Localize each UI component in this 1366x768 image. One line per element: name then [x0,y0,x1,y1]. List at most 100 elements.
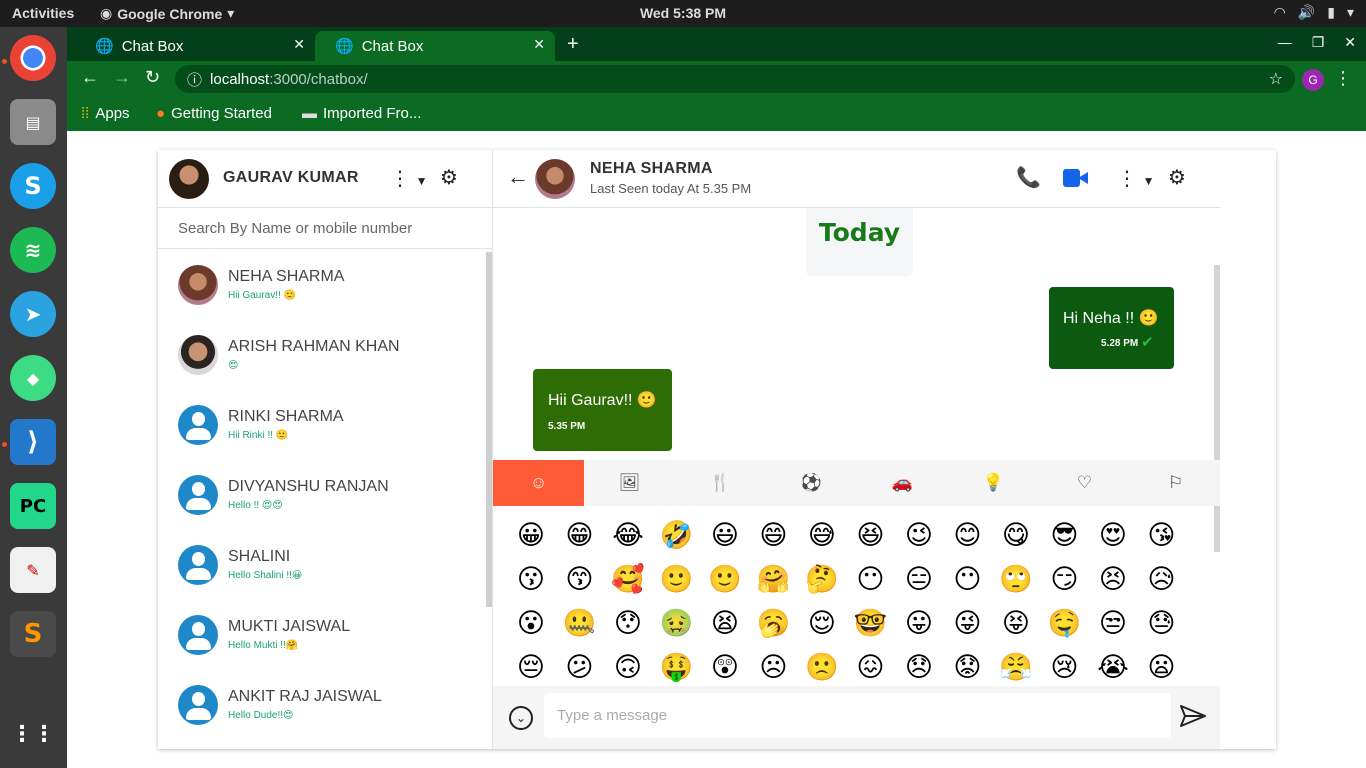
emoji-item[interactable]: 😎 [1047,517,1083,553]
pycharm-dock-icon[interactable]: PC [10,483,56,529]
emoji-item[interactable]: 😆 [853,517,889,553]
emoji-item[interactable]: 😂 [610,517,646,553]
tab-chat-box-2[interactable]: 🌐 Chat Box ✕ [315,31,555,61]
my-avatar[interactable] [169,159,209,199]
bookmark-apps[interactable]: ⁞⁞ Apps [81,105,130,122]
emoji-item[interactable]: 😑 [901,561,937,597]
emoji-cat-objects-icon[interactable]: 💡 [948,460,1039,506]
emoji-item[interactable]: 🤗 [756,561,792,597]
bookmark-getting-started[interactable]: ● Getting Started [156,105,272,122]
bookmark-star-icon[interactable]: ☆ [1269,69,1283,89]
clock[interactable]: Wed 5:38 PM [0,5,1366,21]
new-tab-button[interactable]: + [567,33,579,56]
emoji-item[interactable]: 🤤 [1047,605,1083,641]
maximize-icon[interactable]: ❐ [1312,34,1325,51]
emoji-item[interactable]: 😄 [756,517,792,553]
system-tray[interactable]: ◠ 🔊 ▮ ▾ [1274,4,1354,21]
emoji-item[interactable]: 🤓 [853,605,889,641]
contact-avatar[interactable] [535,159,575,199]
emoji-item[interactable]: 🙃 [610,649,646,685]
emoji-item[interactable]: 😞 [901,649,937,685]
contact-shalini[interactable]: SHALINI Hello Shalini !!😀 [158,530,488,600]
files-dock-icon[interactable]: ▤ [10,99,56,145]
emoji-scrollbar[interactable] [1214,506,1220,552]
received-message[interactable]: Hii Gaurav!! 🙂 5.35 PM [533,369,672,451]
emoji-item[interactable]: 😒 [1095,605,1131,641]
telegram-dock-icon[interactable]: ➤ [10,291,56,337]
bookmark-imported[interactable]: ▬ Imported Fro... [302,105,421,122]
emoji-item[interactable]: 😘 [1144,517,1180,553]
emoji-item[interactable]: 😗 [513,561,549,597]
emoji-cat-nature-icon[interactable]: 🖼 [584,460,675,506]
emoji-item[interactable]: 😕 [562,649,598,685]
emoji-item[interactable]: 😤 [998,649,1034,685]
emoji-item[interactable]: 😔 [513,649,549,685]
emoji-item[interactable]: 😥 [1144,561,1180,597]
settings-gear-icon[interactable]: ⚙ [440,165,458,190]
emoji-item[interactable]: 🤑 [659,649,695,685]
message-input[interactable] [544,693,1171,738]
emoji-item[interactable]: 🥰 [610,561,646,597]
close-tab-icon[interactable]: ✕ [293,36,305,53]
emoji-item[interactable]: 🤔 [804,561,840,597]
thread-scrollbar[interactable] [1214,265,1220,460]
emoji-item[interactable]: 😦 [1144,649,1180,685]
emoji-item[interactable]: 😓 [1144,605,1180,641]
skype-dock-icon[interactable]: S [10,163,56,209]
emoji-item[interactable]: 😋 [998,517,1034,553]
emoji-item[interactable]: 😌 [804,605,840,641]
contact-rinki-sharma[interactable]: RINKI SHARMA Hii Rinki !! 🙂 [158,390,488,460]
emoji-item[interactable]: 😍 [1095,517,1131,553]
back-arrow-icon[interactable]: ← [507,164,529,190]
spotify-dock-icon[interactable]: ≋ [10,227,56,273]
emoji-item[interactable]: 😛 [901,605,937,641]
chrome-dock-icon[interactable] [10,35,56,81]
emoji-item[interactable]: 🥱 [756,605,792,641]
emoji-item[interactable]: 😖 [853,649,889,685]
contact-ankit-raj-jaiswal[interactable]: ANKIT RAJ JAISWAL Hello Dude!!😍 [158,670,488,740]
close-window-icon[interactable]: ✕ [1344,34,1356,51]
show-applications-icon[interactable]: ⋮⋮ [10,711,56,757]
emoji-item[interactable]: 😁 [562,517,598,553]
emoji-item[interactable]: 🙄 [998,561,1034,597]
emoji-item[interactable]: 😊 [950,517,986,553]
video-call-icon[interactable] [1063,169,1088,187]
emoji-cat-smileys-icon[interactable]: ☺ [493,460,584,506]
minimize-icon[interactable]: — [1278,34,1292,51]
emoji-cat-activity-icon[interactable]: ⚽ [766,460,857,506]
emoji-item[interactable]: 😯 [610,605,646,641]
more-options-icon[interactable]: ⋮ ▼ [390,166,427,191]
contact-divyanshu-ranjan[interactable]: DIVYANSHU RANJAN Hello !! 😍😍 [158,460,488,530]
emoji-item[interactable]: 😲 [707,649,743,685]
forward-button[interactable]: → [113,67,131,88]
emoji-item[interactable]: 😙 [562,561,598,597]
vscode-dock-icon[interactable]: ⟩ [10,419,56,465]
emoji-toggle-chevron-icon[interactable]: ⌄ [509,706,533,730]
emoji-item[interactable]: 🙂 [659,561,695,597]
contact-mukti-jaiswal[interactable]: MUKTI JAISWAL Hello Mukti !!🤗 [158,600,488,670]
emoji-item[interactable]: 😀 [513,517,549,553]
tab-chat-box-1[interactable]: 🌐 Chat Box ✕ [75,31,315,61]
emoji-cat-flags-icon[interactable]: ⚐ [1130,460,1221,506]
emoji-item[interactable]: 😶 [950,561,986,597]
emoji-item[interactable]: 😝 [998,605,1034,641]
emoji-item[interactable]: ☹ [756,649,792,685]
emoji-cat-symbols-icon[interactable]: ♡ [1039,460,1130,506]
more-options-icon[interactable]: ⋮ ▼ [1117,166,1154,191]
emoji-item[interactable]: 🤢 [659,605,695,641]
address-bar[interactable]: ⓘ localhost:3000/chatbox/ ☆ [175,65,1295,93]
emoji-item[interactable]: 😮 [513,605,549,641]
settings-gear-icon[interactable]: ⚙ [1168,165,1186,190]
emoji-item[interactable]: 🤣 [659,517,695,553]
emoji-item[interactable]: 😏 [1047,561,1083,597]
emoji-item[interactable]: 😢 [1047,649,1083,685]
back-button[interactable]: ← [81,67,99,88]
emoji-item[interactable]: 😫 [707,605,743,641]
document-viewer-dock-icon[interactable]: ✎ [10,547,56,593]
sent-message[interactable]: Hi Neha !! 🙂 5.28 PM ✔ [1049,287,1174,369]
emoji-item[interactable]: 😃 [707,517,743,553]
close-tab-icon[interactable]: ✕ [533,36,545,53]
emoji-item[interactable]: 😜 [950,605,986,641]
android-studio-dock-icon[interactable]: ◆ [10,355,56,401]
emoji-item[interactable]: 🙁 [804,649,840,685]
